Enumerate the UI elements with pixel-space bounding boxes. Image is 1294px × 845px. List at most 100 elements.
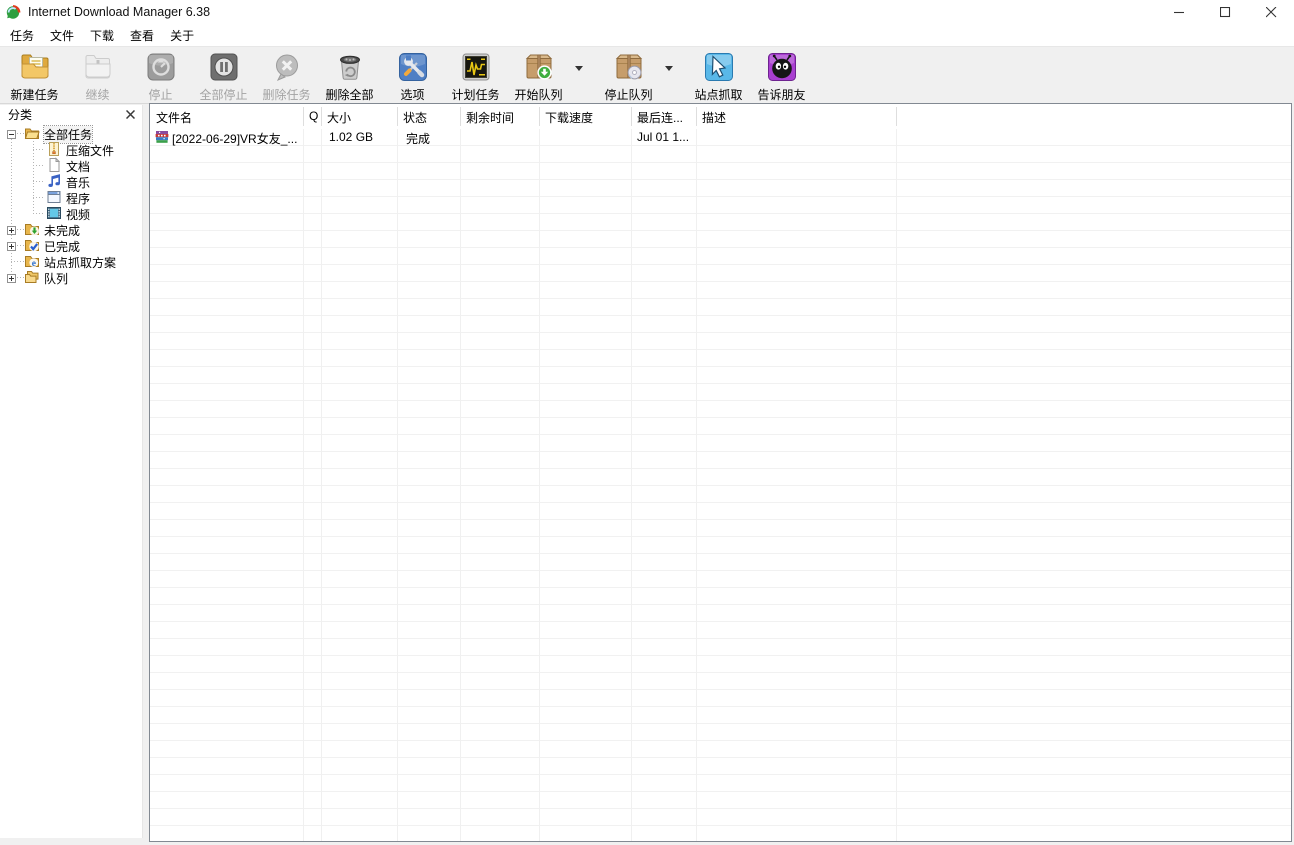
menu-downloads[interactable]: 下载 [84,25,120,46]
toolbar-button-tell-friends[interactable]: 告诉朋友 [750,51,813,103]
close-button[interactable] [1248,0,1294,24]
stop-queue-icon [613,51,645,83]
sidebar-item-all-tasks[interactable]: 全部任务 [0,125,142,141]
cell-status: 完成 [406,130,430,147]
stop-all-icon [208,51,240,83]
expander-plus-icon[interactable] [7,272,16,281]
resume-icon [82,51,114,83]
expander-minus-icon[interactable] [7,128,16,137]
archive-icon [46,141,62,157]
stop-icon [145,51,177,83]
column-separator[interactable] [631,107,632,126]
toolbar-label-new-task: 新建任务 [10,86,58,103]
title-bar: Internet Download Manager 6.38 [0,0,1294,24]
column-header-name[interactable]: 文件名 [156,109,192,126]
grid-column-line [460,129,461,841]
start-queue-dropdown-button[interactable] [570,51,588,85]
sidebar-item-compressed[interactable]: 压缩文件 [0,141,142,157]
sidebar-item-video[interactable]: 视频 [0,205,142,221]
categories-panel: 分类 全部任务压缩文件文档音乐程序视频未完成已完成e站点抓取方案队列 [0,103,149,845]
caret-down-icon [575,66,583,71]
site-grabber-icon [703,51,735,83]
document-icon [46,157,62,173]
tree-connector [33,213,45,214]
column-header-speed[interactable]: 下载速度 [545,109,593,126]
maximize-icon [1220,7,1231,18]
toolbar-button-stop-queue[interactable]: 停止队列 [597,51,660,103]
menu-about[interactable]: 关于 [164,25,200,46]
sidebar-item-queues[interactable]: 队列 [0,269,142,285]
toolbar-label-site-grabber: 站点抓取 [694,86,742,103]
caret-down-icon [665,66,673,71]
column-header-time-left[interactable]: 剩余时间 [466,109,514,126]
start-queue-icon [523,51,555,83]
menu-view[interactable]: 查看 [124,25,160,46]
sidebar-item-programs[interactable]: 程序 [0,189,142,205]
delete-task-icon [271,51,303,83]
sidebar-item-finished[interactable]: 已完成 [0,237,142,253]
column-separator[interactable] [696,107,697,126]
sidebar-item-unfinished[interactable]: 未完成 [0,221,142,237]
toolbar-button-site-grabber[interactable]: 站点抓取 [687,51,750,103]
toolbar-button-options[interactable]: 选项 [381,51,444,103]
column-header-size[interactable]: 大小 [327,109,351,126]
sidebar-item-grabber-projects[interactable]: e站点抓取方案 [0,253,142,269]
column-separator[interactable] [303,107,304,126]
category-tree: 全部任务压缩文件文档音乐程序视频未完成已完成e站点抓取方案队列 [0,123,142,285]
maximize-button[interactable] [1202,0,1248,24]
sidebar-item-music[interactable]: 音乐 [0,173,142,189]
expander-plus-icon[interactable] [7,240,16,249]
categories-header: 分类 [0,105,142,123]
column-header-last-try[interactable]: 最后连... [637,109,683,126]
categories-title: 分类 [8,106,32,123]
download-row[interactable]: [2022-06-29]VR女友_...1.02 GB完成Jul 01 1... [150,129,1291,146]
column-header-status[interactable]: 状态 [403,109,427,126]
table-body: [2022-06-29]VR女友_...1.02 GB完成Jul 01 1... [150,129,1291,841]
column-separator[interactable] [460,107,461,126]
tree-connector [33,197,45,198]
toolbar-button-start-queue[interactable]: 开始队列 [507,51,570,103]
toolbar-label-scheduler: 计划任务 [451,86,499,103]
column-header-q[interactable]: Q [309,109,318,123]
grid-column-line [696,129,697,841]
column-separator[interactable] [539,107,540,126]
new-task-icon [19,51,51,83]
grid-column-line [397,129,398,841]
options-icon [397,51,429,83]
cell-last-try: Jul 01 1... [637,130,689,144]
tree-connector [33,181,45,182]
column-separator[interactable] [397,107,398,126]
svg-text:e: e [32,259,36,269]
toolbar-label-stop: 停止 [148,86,172,103]
column-separator[interactable] [896,107,897,126]
panel-close-icon[interactable] [124,108,136,120]
grid-column-line [539,129,540,841]
minimize-icon [1174,7,1185,18]
folder-open-icon [24,125,40,141]
scheduler-icon [460,51,492,83]
expander-plus-icon[interactable] [7,224,16,233]
toolbar-button-new-task[interactable]: 新建任务 [3,51,66,103]
sidebar-item-documents[interactable]: 文档 [0,157,142,173]
toolbar-button-stop: 停止 [129,51,192,103]
tree-guide-line [33,141,34,215]
idm-logo-icon [5,4,21,20]
grid-column-line [631,129,632,841]
delete-all-icon [334,51,366,83]
tree-connector [33,149,45,150]
stop-queue-dropdown-button[interactable] [660,51,678,85]
menu-file[interactable]: 文件 [44,25,80,46]
column-separator[interactable] [321,107,322,126]
content-area: 分类 全部任务压缩文件文档音乐程序视频未完成已完成e站点抓取方案队列 文件名 Q大… [0,103,1294,845]
toolbar-button-delete-all[interactable]: 删除全部 [318,51,381,103]
toolbar-label-delete-task: 删除任务 [262,86,310,103]
video-icon [46,205,62,221]
toolbar-button-delete-task: 删除任务 [255,51,318,103]
toolbar-button-scheduler[interactable]: 计划任务 [444,51,507,103]
grabber-folder-icon: e [24,253,40,269]
minimize-button[interactable] [1156,0,1202,24]
menu-tasks[interactable]: 任务 [4,25,40,46]
download-list-panel: 文件名Q大小状态剩余时间下载速度最后连...描述 [2022-06-29]VR女… [149,103,1292,842]
rar-file-icon [155,130,169,144]
column-header-description[interactable]: 描述 [702,109,726,126]
